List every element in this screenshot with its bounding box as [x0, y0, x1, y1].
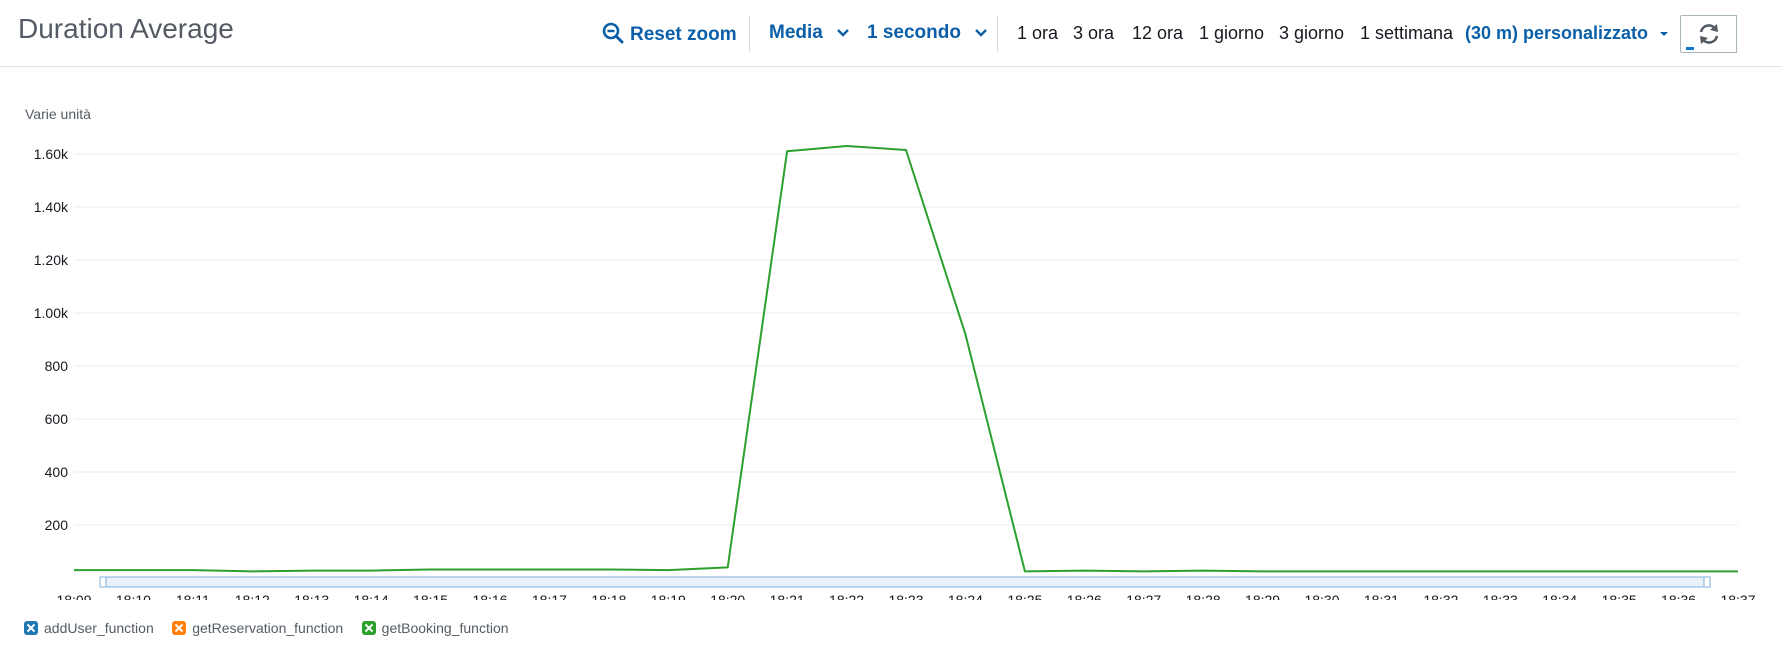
x-tick-label: 18:17 — [532, 592, 567, 600]
y-axis-label: Varie unità — [25, 106, 91, 122]
x-tick-label: 18:29 — [1245, 592, 1280, 600]
auto-refresh-indicator — [1686, 47, 1694, 50]
x-tick-label: 18:18 — [591, 592, 626, 600]
x-tick-label: 18:16 — [472, 592, 507, 600]
x-tick-label: 18:31 — [1364, 592, 1399, 600]
y-tick-label: 1.20k — [34, 252, 69, 268]
refresh-options-button[interactable] — [1736, 15, 1738, 53]
y-tick-label: 800 — [45, 358, 69, 374]
y-tick-label: 600 — [45, 411, 69, 427]
legend-item-getBooking[interactable]: getBooking_function — [361, 620, 509, 636]
custom-range-label: (30 m) personalizzato — [1465, 23, 1649, 43]
x-tick-label: 18:14 — [354, 592, 389, 600]
x-tick-label: 18:21 — [770, 592, 805, 600]
x-tick-label: 18:12 — [235, 592, 270, 600]
y-tick-label: 200 — [45, 517, 69, 533]
zoom-handle-right[interactable] — [1703, 576, 1711, 588]
x-tick-label: 18:10 — [116, 592, 151, 600]
x-tick-label: 18:23 — [888, 592, 923, 600]
reset-zoom-button[interactable]: Reset zoom — [602, 22, 737, 46]
refresh-button[interactable] — [1680, 15, 1737, 53]
x-tick-label: 18:28 — [1186, 592, 1221, 600]
statistic-dropdown[interactable]: Media — [769, 22, 850, 44]
range-1d[interactable]: 1 giorno — [1199, 23, 1264, 44]
zoom-navigator[interactable] — [101, 576, 1709, 588]
x-tick-label: 18:33 — [1483, 592, 1518, 600]
legend-label: getBooking_function — [381, 620, 509, 636]
range-3h[interactable]: 3 ora — [1073, 23, 1114, 44]
refresh-icon — [1699, 24, 1719, 44]
reset-zoom-label: Reset zoom — [630, 24, 737, 45]
x-tick-label: 18:27 — [1126, 592, 1161, 600]
divider — [997, 16, 998, 52]
legend-label: getReservation_function — [192, 620, 344, 636]
divider — [749, 16, 750, 52]
x-tick-label: 18:19 — [651, 592, 686, 600]
x-tick-label: 18:36 — [1661, 592, 1696, 600]
x-tick-label: 18:32 — [1423, 592, 1458, 600]
y-tick-label: 1.40k — [34, 199, 69, 215]
x-tick-label: 18:09 — [56, 592, 91, 600]
x-tick-label: 18:24 — [948, 592, 983, 600]
statistic-label: Media — [769, 22, 823, 43]
legend-item-addUser[interactable]: addUser_function — [24, 620, 154, 636]
series-toggle-icon — [361, 621, 376, 635]
x-tick-label: 18:22 — [829, 592, 864, 600]
x-tick-label: 18:25 — [1007, 592, 1042, 600]
range-1w[interactable]: 1 settimana — [1360, 23, 1453, 44]
chevron-down-icon — [975, 29, 988, 37]
legend-label: addUser_function — [44, 620, 154, 636]
duration-line-chart[interactable]: 200 400 600 800 1.00k 1.20k 1.40k 1.60k 18:09 18… — [0, 100, 1782, 608]
range-3d[interactable]: 3 giorno — [1279, 23, 1344, 44]
widget-header: Duration Average Reset zoom Media 1 seco… — [0, 0, 1782, 67]
x-tick-label: 18:26 — [1067, 592, 1102, 600]
caret-down-icon — [1660, 32, 1669, 37]
series-toggle-icon — [24, 621, 38, 635]
zoom-handle-left[interactable] — [99, 576, 107, 588]
x-tick-label: 18:15 — [413, 592, 448, 600]
x-tick-label: 18:30 — [1304, 592, 1339, 600]
y-tick-label: 1.60k — [34, 146, 69, 162]
legend-item-getReservation[interactable]: getReservation_function — [172, 620, 343, 636]
chart-area: 200 400 600 800 1.00k 1.20k 1.40k 1.60k 18:09 18… — [0, 100, 1782, 608]
range-1h[interactable]: 1 ora — [1017, 23, 1058, 44]
series-toggle-icon — [172, 621, 187, 635]
x-tick-label: 18:11 — [176, 592, 210, 600]
x-tick-label: 18:35 — [1602, 592, 1637, 600]
range-12h[interactable]: 12 ora — [1132, 23, 1183, 44]
x-tick-label: 18:20 — [710, 592, 745, 600]
zoom-out-icon — [602, 22, 624, 44]
x-tick-label: 18:37 — [1720, 592, 1755, 600]
x-tick-label: 18:13 — [294, 592, 329, 600]
widget-title: Duration Average — [18, 13, 234, 44]
period-dropdown[interactable]: 1 secondo — [867, 22, 988, 44]
chevron-down-icon — [837, 29, 849, 37]
y-tick-label: 1.00k — [34, 305, 69, 321]
series-line-getBooking_function[interactable] — [74, 145, 1738, 573]
chart-legend: addUser_function getReservation_function… — [24, 620, 523, 640]
y-tick-label: 400 — [45, 464, 69, 480]
x-tick-label: 18:34 — [1542, 592, 1577, 600]
period-label: 1 secondo — [867, 22, 961, 43]
custom-range-dropdown[interactable]: (30 m) personalizzato — [1465, 23, 1669, 44]
